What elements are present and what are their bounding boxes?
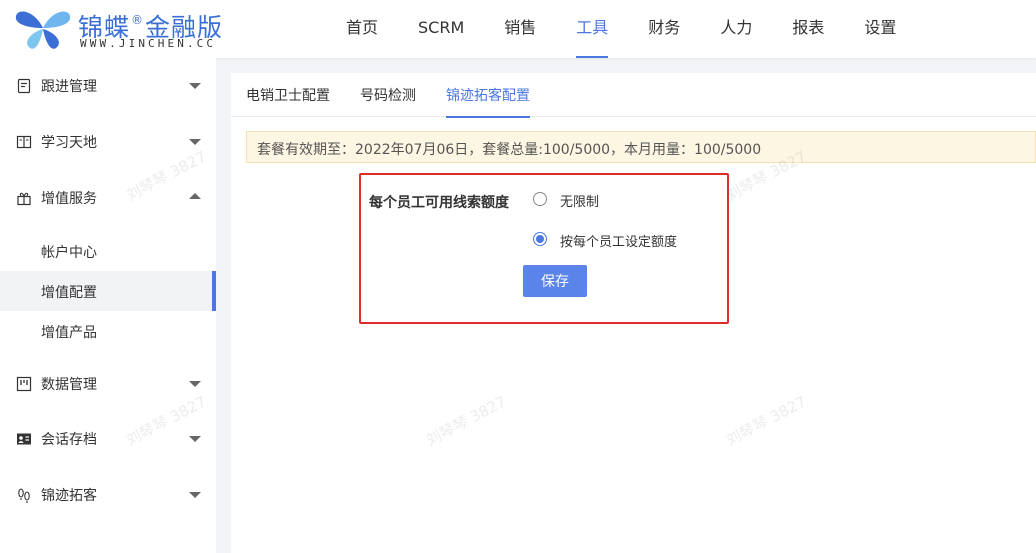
brand-logo[interactable]: 锦蝶®金融版 WWW.JINCHEN.CC: [14, 6, 254, 52]
sidebar-item-account-center[interactable]: 帐户中心: [0, 231, 216, 271]
sidebar-group-data-management[interactable]: 数据管理: [0, 356, 216, 412]
nav-settings[interactable]: 设置: [844, 0, 916, 58]
quota-form: 每个员工可用线索额度 无限制 按每个员工设定额度 保存: [359, 173, 729, 324]
footprint-icon: [18, 488, 30, 503]
sidebar-group-label: 学习天地: [41, 135, 97, 151]
chevron-down-icon: [189, 381, 201, 387]
radio-per-employee-quota-label[interactable]: 按每个员工设定额度: [560, 231, 677, 250]
chevron-down-icon: [189, 436, 201, 442]
brand-website: WWW.JINCHEN.CC: [80, 37, 217, 50]
tab-call-guard-config[interactable]: 电销卫士配置: [246, 85, 330, 105]
top-bar: 锦蝶®金融版 WWW.JINCHEN.CC 首页 SCRM 销售 工具 财务 人…: [0, 0, 1036, 58]
sidebar-group-jinji-prospecting[interactable]: 锦迹拓客: [0, 467, 216, 523]
chevron-down-icon: [189, 83, 201, 89]
sidebar-group-value-added[interactable]: 增值服务: [0, 170, 216, 226]
main-nav: 首页 SCRM 销售 工具 财务 人力 报表 设置: [326, 0, 916, 58]
nav-finance[interactable]: 财务: [628, 0, 700, 58]
package-notice: 套餐有效期至：2022年07月06日，套餐总量:100/5000，本月用量：10…: [246, 131, 1036, 163]
sidebar-group-label: 锦迹拓客: [41, 488, 97, 504]
sidebar-group-label: 增值服务: [41, 191, 97, 207]
sidebar-group-label: 会话存档: [41, 432, 97, 448]
sidebar: 跟进管理 学习天地 增值服务 帐户中心 增值配置 增值产品 数据管理 会话存档 …: [0, 58, 216, 553]
sidebar-group-follow-up[interactable]: 跟进管理: [0, 58, 216, 114]
radio-per-employee-quota[interactable]: [533, 232, 547, 246]
tab-number-check[interactable]: 号码检测: [360, 85, 416, 105]
sidebar-group-session-archive[interactable]: 会话存档: [0, 411, 216, 467]
id-card-icon: [17, 433, 31, 445]
content-panel: 电销卫士配置 号码检测 锦迹拓客配置 套餐有效期至：2022年07月06日，套餐…: [231, 73, 1036, 553]
sidebar-group-label: 数据管理: [41, 377, 97, 393]
nav-hr[interactable]: 人力: [700, 0, 772, 58]
nav-sales[interactable]: 销售: [484, 0, 556, 58]
quota-field-label: 每个员工可用线索额度: [369, 195, 509, 211]
nav-scrm[interactable]: SCRM: [398, 0, 484, 58]
book-icon: [16, 135, 32, 149]
clipboard-icon: [17, 78, 31, 94]
package-notice-text: 套餐有效期至：2022年07月06日，套餐总量:100/5000，本月用量：10…: [257, 142, 762, 158]
sidebar-item-label: 增值产品: [41, 325, 97, 341]
sidebar-item-label: 帐户中心: [41, 245, 97, 261]
nav-reports[interactable]: 报表: [772, 0, 844, 58]
chevron-down-icon: [189, 139, 201, 145]
tab-jinji-prospecting-config[interactable]: 锦迹拓客配置: [446, 85, 530, 118]
chevron-up-icon: [189, 193, 201, 199]
save-button[interactable]: 保存: [523, 265, 587, 297]
sidebar-item-value-added-config[interactable]: 增值配置: [0, 271, 216, 311]
gift-icon: [17, 192, 31, 206]
sidebar-item-label: 增值配置: [41, 285, 97, 301]
sidebar-group-label: 跟进管理: [41, 79, 97, 95]
sidebar-item-value-added-products[interactable]: 增值产品: [0, 311, 216, 351]
nav-home[interactable]: 首页: [326, 0, 398, 58]
config-tabs: 电销卫士配置 号码检测 锦迹拓客配置: [231, 73, 1036, 118]
radio-unlimited[interactable]: [533, 192, 547, 206]
chevron-down-icon: [189, 492, 201, 498]
board-icon: [16, 376, 32, 392]
butterfly-logo-icon: [15, 11, 71, 49]
sidebar-group-learning[interactable]: 学习天地: [0, 114, 216, 170]
nav-tools[interactable]: 工具: [556, 0, 628, 58]
radio-unlimited-label[interactable]: 无限制: [560, 191, 599, 210]
